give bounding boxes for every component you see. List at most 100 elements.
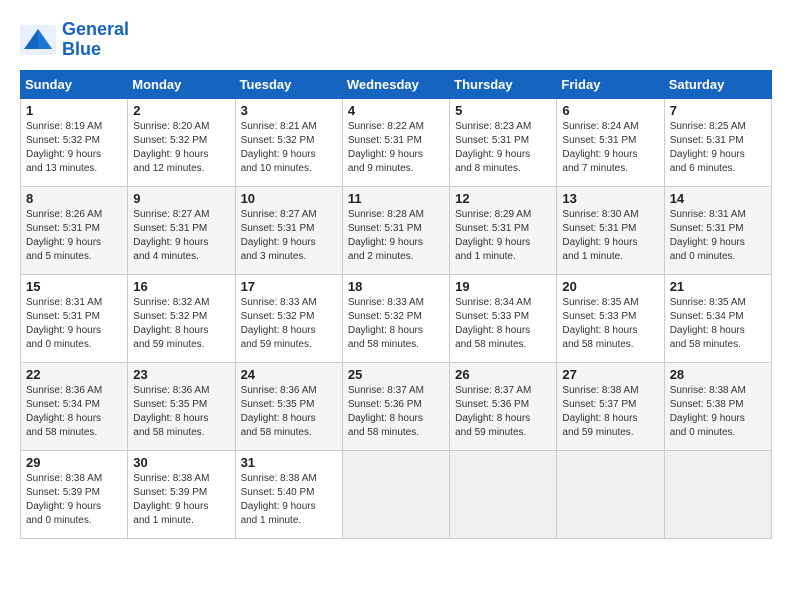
logo-text: General Blue [62,20,129,60]
day-info: Sunrise: 8:38 AM Sunset: 5:40 PM Dayligh… [241,472,337,528]
day-number: 5 [455,103,551,118]
day-info: Sunrise: 8:38 AM Sunset: 5:39 PM Dayligh… [133,472,229,528]
day-info: Sunrise: 8:20 AM Sunset: 5:32 PM Dayligh… [133,120,229,176]
day-number: 6 [562,103,658,118]
calendar-cell: 3Sunrise: 8:21 AM Sunset: 5:32 PM Daylig… [235,98,342,186]
calendar-cell: 1 Sunrise: 8:19 AM Sunset: 5:32 PM Daylig… [21,98,128,186]
calendar-cell: 28Sunrise: 8:38 AM Sunset: 5:38 PM Dayli… [664,362,771,450]
calendar-cell: 10 Sunrise: 8:27 AM Sunset: 5:31 PM Dayli… [235,186,342,274]
day-info: Sunrise: 8:35 AM Sunset: 5:33 PM Dayligh… [562,296,658,352]
calendar-cell: 30 Sunrise: 8:38 AM Sunset: 5:39 PM Dayli… [128,450,235,538]
day-number: 30 [133,455,229,470]
day-number: 1 [26,103,122,118]
calendar-week-2: 8 Sunrise: 8:26 AM Sunset: 5:31 PM Daylig… [21,186,772,274]
page-header: General Blue [20,20,772,60]
calendar-cell [557,450,664,538]
day-number: 17 [241,279,337,294]
day-number: 7 [670,103,766,118]
calendar-cell: 18Sunrise: 8:33 AM Sunset: 5:32 PM Dayli… [342,274,449,362]
calendar-cell: 24Sunrise: 8:36 AM Sunset: 5:35 PM Dayli… [235,362,342,450]
calendar-cell: 13Sunrise: 8:30 AM Sunset: 5:31 PM Dayli… [557,186,664,274]
day-info: Sunrise: 8:25 AM Sunset: 5:31 PM Dayligh… [670,120,766,176]
day-number: 2 [133,103,229,118]
day-info: Sunrise: 8:24 AM Sunset: 5:31 PM Dayligh… [562,120,658,176]
day-info: Sunrise: 8:22 AM Sunset: 5:31 PM Dayligh… [348,120,444,176]
day-info: Sunrise: 8:38 AM Sunset: 5:38 PM Dayligh… [670,384,766,440]
day-number: 9 [133,191,229,206]
day-info: Sunrise: 8:29 AM Sunset: 5:31 PM Dayligh… [455,208,551,264]
calendar-cell: 8 Sunrise: 8:26 AM Sunset: 5:31 PM Daylig… [21,186,128,274]
day-info: Sunrise: 8:23 AM Sunset: 5:31 PM Dayligh… [455,120,551,176]
day-info: Sunrise: 8:37 AM Sunset: 5:36 PM Dayligh… [455,384,551,440]
calendar-cell: 15 Sunrise: 8:31 AM Sunset: 5:31 PM Dayli… [21,274,128,362]
day-info: Sunrise: 8:26 AM Sunset: 5:31 PM Dayligh… [26,208,122,264]
day-info: Sunrise: 8:36 AM Sunset: 5:35 PM Dayligh… [133,384,229,440]
day-number: 8 [26,191,122,206]
day-number: 12 [455,191,551,206]
calendar-cell: 5 Sunrise: 8:23 AM Sunset: 5:31 PM Daylig… [450,98,557,186]
day-number: 27 [562,367,658,382]
calendar-cell: 11 Sunrise: 8:28 AM Sunset: 5:31 PM Dayli… [342,186,449,274]
header-sunday: Sunday [21,70,128,98]
calendar-cell: 22 Sunrise: 8:36 AM Sunset: 5:34 PM Dayli… [21,362,128,450]
day-number: 10 [241,191,337,206]
day-number: 11 [348,191,444,206]
calendar-cell: 17Sunrise: 8:33 AM Sunset: 5:32 PM Dayli… [235,274,342,362]
calendar-header-row: SundayMondayTuesdayWednesdayThursdayFrid… [21,70,772,98]
day-number: 21 [670,279,766,294]
day-number: 25 [348,367,444,382]
calendar-cell: 6 Sunrise: 8:24 AM Sunset: 5:31 PM Daylig… [557,98,664,186]
day-info: Sunrise: 8:31 AM Sunset: 5:31 PM Dayligh… [670,208,766,264]
calendar-cell [450,450,557,538]
calendar-cell: 29 Sunrise: 8:38 AM Sunset: 5:39 PM Dayli… [21,450,128,538]
day-info: Sunrise: 8:27 AM Sunset: 5:31 PM Dayligh… [133,208,229,264]
calendar-week-4: 22 Sunrise: 8:36 AM Sunset: 5:34 PM Dayli… [21,362,772,450]
calendar-cell: 23 Sunrise: 8:36 AM Sunset: 5:35 PM Dayli… [128,362,235,450]
calendar-cell: 7 Sunrise: 8:25 AM Sunset: 5:31 PM Daylig… [664,98,771,186]
day-info: Sunrise: 8:38 AM Sunset: 5:39 PM Dayligh… [26,472,122,528]
header-saturday: Saturday [664,70,771,98]
calendar-cell: 20 Sunrise: 8:35 AM Sunset: 5:33 PM Dayli… [557,274,664,362]
calendar-cell: 26 Sunrise: 8:37 AM Sunset: 5:36 PM Dayli… [450,362,557,450]
day-number: 4 [348,103,444,118]
day-number: 19 [455,279,551,294]
calendar-table: SundayMondayTuesdayWednesdayThursdayFrid… [20,70,772,539]
calendar-cell: 2 Sunrise: 8:20 AM Sunset: 5:32 PM Daylig… [128,98,235,186]
calendar-week-3: 15 Sunrise: 8:31 AM Sunset: 5:31 PM Dayli… [21,274,772,362]
day-info: Sunrise: 8:35 AM Sunset: 5:34 PM Dayligh… [670,296,766,352]
header-friday: Friday [557,70,664,98]
day-number: 16 [133,279,229,294]
calendar-week-5: 29 Sunrise: 8:38 AM Sunset: 5:39 PM Dayli… [21,450,772,538]
day-number: 18 [348,279,444,294]
header-monday: Monday [128,70,235,98]
day-info: Sunrise: 8:19 AM Sunset: 5:32 PM Dayligh… [26,120,122,176]
calendar-week-1: 1 Sunrise: 8:19 AM Sunset: 5:32 PM Daylig… [21,98,772,186]
day-info: Sunrise: 8:36 AM Sunset: 5:34 PM Dayligh… [26,384,122,440]
day-number: 31 [241,455,337,470]
calendar-cell [664,450,771,538]
day-number: 29 [26,455,122,470]
day-number: 3 [241,103,337,118]
day-info: Sunrise: 8:31 AM Sunset: 5:31 PM Dayligh… [26,296,122,352]
calendar-cell: 21 Sunrise: 8:35 AM Sunset: 5:34 PM Dayli… [664,274,771,362]
calendar-cell: 27 Sunrise: 8:38 AM Sunset: 5:37 PM Dayli… [557,362,664,450]
day-info: Sunrise: 8:38 AM Sunset: 5:37 PM Dayligh… [562,384,658,440]
day-info: Sunrise: 8:27 AM Sunset: 5:31 PM Dayligh… [241,208,337,264]
day-number: 22 [26,367,122,382]
day-number: 26 [455,367,551,382]
calendar-cell: 14Sunrise: 8:31 AM Sunset: 5:31 PM Dayli… [664,186,771,274]
calendar-cell: 16 Sunrise: 8:32 AM Sunset: 5:32 PM Dayli… [128,274,235,362]
day-info: Sunrise: 8:32 AM Sunset: 5:32 PM Dayligh… [133,296,229,352]
day-number: 23 [133,367,229,382]
header-tuesday: Tuesday [235,70,342,98]
calendar-cell: 4 Sunrise: 8:22 AM Sunset: 5:31 PM Daylig… [342,98,449,186]
calendar-cell: 9 Sunrise: 8:27 AM Sunset: 5:31 PM Daylig… [128,186,235,274]
calendar-cell: 31 Sunrise: 8:38 AM Sunset: 5:40 PM Dayli… [235,450,342,538]
header-wednesday: Wednesday [342,70,449,98]
logo-icon [20,25,56,55]
calendar-cell: 19Sunrise: 8:34 AM Sunset: 5:33 PM Dayli… [450,274,557,362]
day-number: 15 [26,279,122,294]
day-number: 20 [562,279,658,294]
day-info: Sunrise: 8:28 AM Sunset: 5:31 PM Dayligh… [348,208,444,264]
header-thursday: Thursday [450,70,557,98]
